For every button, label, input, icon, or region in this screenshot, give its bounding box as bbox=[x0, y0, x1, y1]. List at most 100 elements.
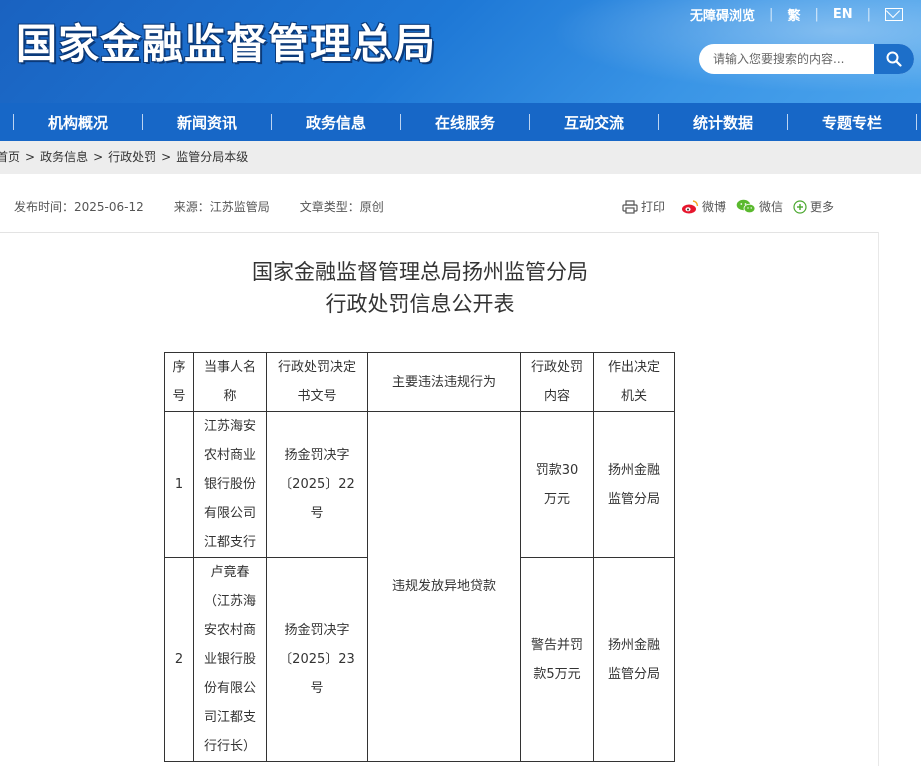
accessibility-link[interactable]: 无障碍浏览 bbox=[690, 5, 755, 24]
cell-line: 农村商业 bbox=[203, 448, 256, 463]
content-border bbox=[878, 232, 879, 766]
cell-penalty: 警告并罚 款5万元 bbox=[520, 557, 594, 762]
breadcrumb-government-info[interactable]: 政务信息 bbox=[40, 150, 88, 164]
cell-line: 款5万元 bbox=[533, 666, 581, 682]
cell-line: 安农村商 bbox=[203, 623, 256, 638]
cell-line: 〔2025〕22 bbox=[279, 477, 355, 492]
cell-line: 有限公司 bbox=[203, 506, 256, 521]
publish-time: 发布时间：2025-06-12 bbox=[14, 200, 144, 214]
site-logo[interactable]: 国家金融监督管理总局 bbox=[16, 10, 436, 70]
cell-number: 2 bbox=[164, 557, 194, 762]
cell-party: 卢竟春 （江苏海 安农村商 业银行股 份有限公 司江都支 行行长） bbox=[193, 557, 267, 762]
english-link[interactable]: EN bbox=[833, 7, 853, 22]
breadcrumb-administrative-penalty[interactable]: 行政处罚 bbox=[108, 150, 156, 164]
cell-line: 扬州金融 bbox=[607, 462, 660, 478]
main-nav: 机构概况 新闻资讯 政务信息 在线服务 互动交流 统计数据 专题专栏 bbox=[0, 103, 921, 141]
wechat-icon bbox=[736, 199, 756, 214]
traditional-chinese-link[interactable]: 繁 bbox=[787, 5, 800, 24]
search-input[interactable] bbox=[699, 44, 883, 74]
penalty-table: 序 号 当事人名 称 行政处罚决定 书文号 主要违法违规行为 行政处罚 内容 作… bbox=[164, 352, 675, 762]
share-bar: 打印 微博 微信 更多 bbox=[622, 198, 844, 215]
article-source: 来源：江苏监管局 bbox=[173, 200, 270, 214]
nav-item-special-topics[interactable]: 专题专栏 bbox=[788, 112, 916, 133]
breadcrumb-separator: > bbox=[93, 150, 104, 164]
cell-line: 卢竟春 bbox=[210, 565, 250, 580]
nav-item-statistics[interactable]: 统计数据 bbox=[659, 112, 787, 133]
plus-circle-icon bbox=[793, 199, 807, 214]
breadcrumb-branch-level[interactable]: 监管分局本级 bbox=[176, 150, 248, 164]
cell-document: 扬金罚决字 〔2025〕22 号 bbox=[266, 411, 368, 558]
header-text: 序 bbox=[172, 360, 186, 375]
cell-line: 监管分局 bbox=[607, 491, 660, 507]
cell-line: 扬州金融 bbox=[607, 637, 660, 653]
header-cell-penalty: 行政处罚 内容 bbox=[520, 352, 594, 412]
top-links: 无障碍浏览 | 繁 | EN | bbox=[690, 5, 903, 24]
nav-item-online-services[interactable]: 在线服务 bbox=[401, 112, 529, 133]
title-line-1: 国家金融监督管理总局扬州监管分局 bbox=[252, 260, 588, 284]
cell-line: 号 bbox=[310, 681, 324, 696]
article-type: 文章类型：原创 bbox=[299, 200, 384, 214]
cell-line: 银行股份 bbox=[203, 477, 256, 492]
printer-icon bbox=[622, 199, 638, 214]
cell-line: 扬金罚决字 bbox=[284, 623, 350, 638]
nav-divider bbox=[916, 114, 917, 130]
divider bbox=[0, 232, 878, 233]
cell-line: 行行长） bbox=[203, 739, 256, 754]
nav-item-government-info[interactable]: 政务信息 bbox=[272, 112, 400, 133]
print-label: 打印 bbox=[641, 200, 666, 214]
wechat-share-button[interactable]: 微信 bbox=[736, 198, 783, 215]
cell-line: 罚款30 bbox=[535, 462, 579, 478]
wechat-label: 微信 bbox=[759, 200, 784, 214]
header-text: 主要违法违规行为 bbox=[391, 374, 496, 390]
header-text: 称 bbox=[223, 389, 237, 404]
search-box bbox=[699, 44, 914, 74]
nav-item-about[interactable]: 机构概况 bbox=[14, 112, 142, 133]
weibo-icon bbox=[682, 199, 699, 213]
print-button[interactable]: 打印 bbox=[622, 198, 665, 215]
nav-item-interaction[interactable]: 互动交流 bbox=[530, 112, 658, 133]
separator: | bbox=[769, 7, 774, 22]
breadcrumb-home[interactable]: 首页 bbox=[0, 150, 20, 164]
header-text: 作出决定 bbox=[607, 360, 660, 375]
cell-line: 〔2025〕23 bbox=[279, 652, 355, 667]
cell-violation: 违规发放异地贷款 bbox=[367, 411, 521, 762]
search-icon bbox=[886, 51, 902, 67]
cell-authority: 扬州金融 监管分局 bbox=[593, 557, 675, 762]
title-line-2: 行政处罚信息公开表 bbox=[325, 292, 515, 316]
header-cell-number: 序 号 bbox=[164, 352, 194, 412]
more-share-button[interactable]: 更多 bbox=[793, 198, 834, 215]
separator: | bbox=[866, 7, 871, 22]
breadcrumb-separator: > bbox=[25, 150, 36, 164]
cell-line: 江苏海安 bbox=[203, 419, 256, 434]
cell-number: 1 bbox=[164, 411, 194, 558]
cell-line: 业银行股 bbox=[203, 652, 256, 667]
cell-line: 司江都支 bbox=[203, 710, 256, 725]
more-label: 更多 bbox=[810, 200, 835, 214]
cell-party: 江苏海安 农村商业 银行股份 有限公司 江都支行 bbox=[193, 411, 267, 558]
nav-item-news[interactable]: 新闻资讯 bbox=[143, 112, 271, 133]
header-cell-authority: 作出决定 机关 bbox=[593, 352, 675, 412]
header-text: 机关 bbox=[620, 389, 647, 404]
cell-line: 万元 bbox=[543, 491, 570, 507]
header-cell-party: 当事人名 称 bbox=[193, 352, 267, 412]
mail-icon[interactable] bbox=[885, 8, 903, 21]
separator: | bbox=[814, 7, 819, 22]
cell-line: 警告并罚 bbox=[530, 637, 583, 653]
cell-document: 扬金罚决字 〔2025〕23 号 bbox=[266, 557, 368, 762]
header-cell-document: 行政处罚决定 书文号 bbox=[266, 352, 368, 412]
header-cell-violation: 主要违法违规行为 bbox=[367, 352, 521, 412]
cell-authority: 扬州金融 监管分局 bbox=[593, 411, 675, 558]
header-text: 行政处罚 bbox=[530, 360, 583, 375]
cell-line: 江都支行 bbox=[203, 535, 256, 550]
table-row: 1 江苏海安 农村商业 银行股份 有限公司 江都支行 扬金罚决字 〔2025〕2… bbox=[164, 411, 675, 762]
cell-line: 扬金罚决字 bbox=[284, 448, 350, 463]
cell-line: （江苏海 bbox=[203, 594, 256, 609]
weibo-share-button[interactable]: 微博 bbox=[681, 198, 726, 215]
header-text: 书文号 bbox=[297, 389, 337, 404]
header-text: 内容 bbox=[543, 389, 570, 404]
article-meta: 发布时间：2025-06-12 来源：江苏监管局 文章类型：原创 bbox=[14, 198, 414, 215]
table-header-row: 序 号 当事人名 称 行政处罚决定 书文号 主要违法违规行为 行政处罚 内容 作… bbox=[164, 352, 675, 412]
search-button[interactable] bbox=[874, 44, 914, 74]
cell-line: 份有限公 bbox=[203, 681, 256, 696]
cell-line: 号 bbox=[310, 506, 324, 521]
